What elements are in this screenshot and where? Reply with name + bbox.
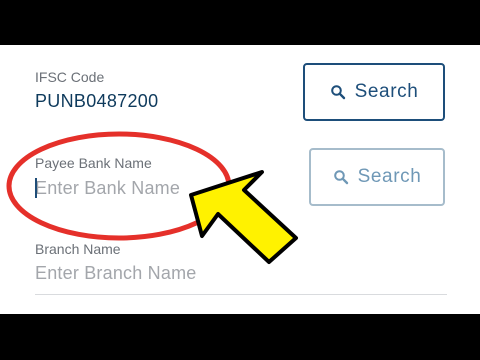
- search-icon: [330, 85, 345, 100]
- ifsc-code-value[interactable]: PUNB0487200: [35, 91, 158, 112]
- ifsc-search-button[interactable]: Search: [303, 63, 445, 121]
- bank-search-label: Search: [357, 166, 422, 187]
- search-icon: [333, 170, 348, 185]
- branch-name-input[interactable]: [33, 260, 295, 286]
- bank-search-button[interactable]: Search: [309, 148, 445, 206]
- payee-bank-name-label: Payee Bank Name: [35, 155, 152, 171]
- ifsc-search-label: Search: [354, 81, 419, 102]
- text-caret: [35, 178, 37, 198]
- branch-name-underline: [35, 294, 447, 295]
- payee-bank-name-input[interactable]: [33, 175, 295, 201]
- ifsc-code-label: IFSC Code: [35, 69, 105, 85]
- app-screen: IFSC Code PUNB0487200 Search Payee Bank …: [0, 45, 480, 314]
- branch-name-label: Branch Name: [35, 241, 121, 257]
